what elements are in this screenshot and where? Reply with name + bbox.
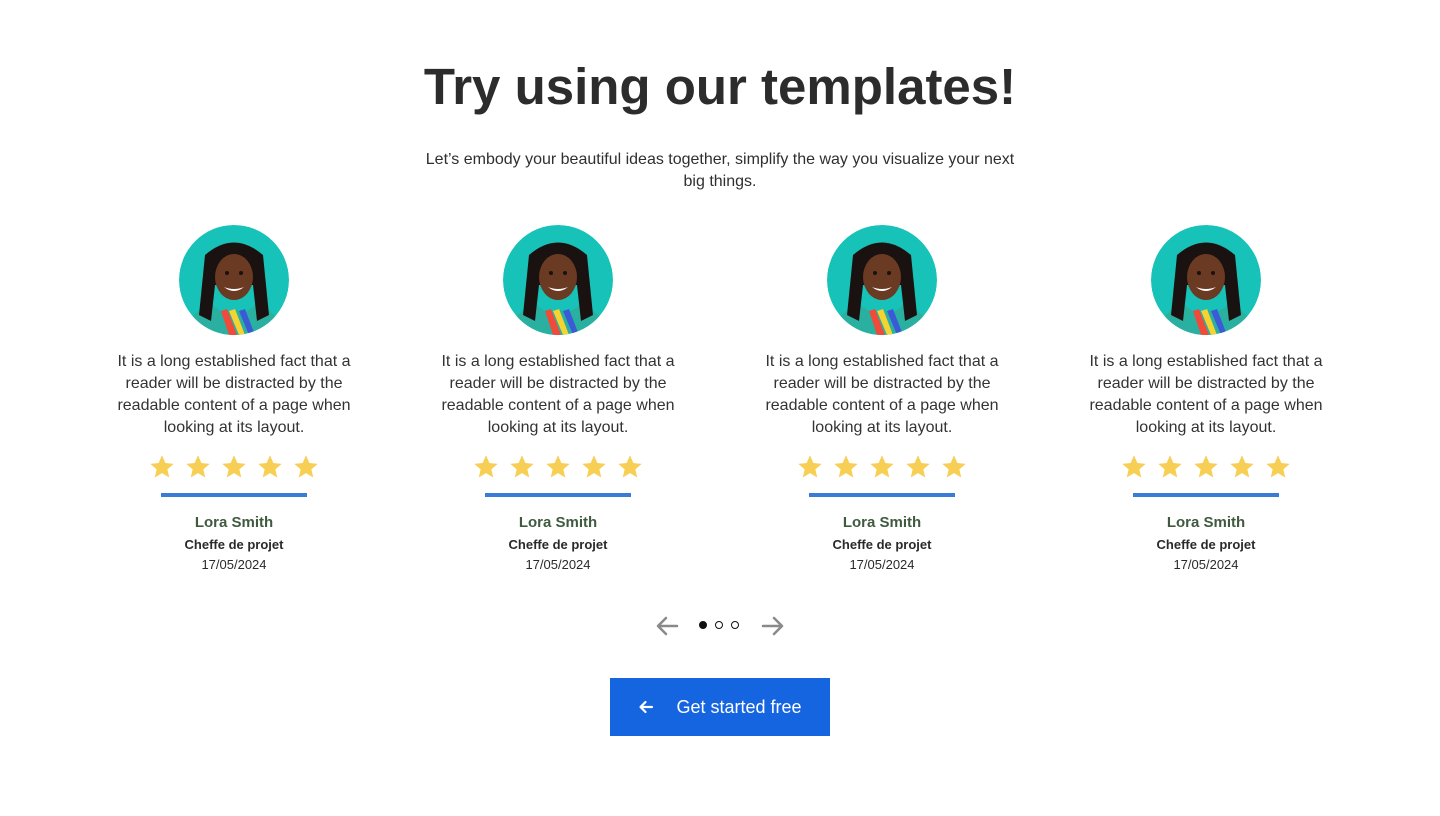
star-icon [222, 455, 246, 478]
page-subtitle: Let’s embody your beautiful ideas togeth… [425, 151, 1015, 190]
star-icon [1230, 455, 1254, 478]
star-icon [1194, 455, 1218, 478]
testimonial-card: It is a long established fact that a rea… [72, 225, 396, 574]
star-icon [546, 455, 570, 478]
author-role: Cheffe de projet [832, 537, 932, 552]
avatar [1151, 225, 1261, 335]
star-icon [258, 455, 282, 478]
testimonial-date: 17/05/2024 [201, 557, 267, 572]
star-icon [906, 455, 930, 478]
star-icon [834, 455, 858, 478]
testimonial-date: 17/05/2024 [849, 557, 915, 572]
author-role: Cheffe de projet [184, 537, 284, 552]
testimonial-date: 17/05/2024 [1173, 557, 1239, 572]
arrow-left-icon[interactable] [655, 615, 679, 637]
author-role: Cheffe de projet [508, 537, 608, 552]
star-icon [294, 455, 318, 478]
star-icon [618, 455, 642, 478]
star-icon [1122, 455, 1146, 478]
star-rating [1044, 453, 1368, 483]
star-icon [1158, 455, 1182, 478]
author-name: Lora Smith [518, 514, 598, 531]
star-icon [942, 455, 966, 478]
star-icon [1266, 455, 1290, 478]
get-started-button[interactable]: Get started free [610, 678, 830, 736]
pagination-dot-3[interactable] [731, 621, 739, 629]
pagination-dot-1[interactable] [699, 621, 707, 629]
star-rating [720, 453, 1044, 483]
divider [1133, 493, 1279, 497]
testimonial-quote: It is a long established fact that a rea… [117, 353, 351, 436]
star-icon [474, 455, 498, 478]
testimonial-date: 17/05/2024 [525, 557, 591, 572]
star-icon [150, 455, 174, 478]
testimonial-card: It is a long established fact that a rea… [720, 225, 1044, 574]
page-title: Try using our templates! [423, 58, 1017, 115]
star-icon [186, 455, 210, 478]
author-name: Lora Smith [842, 514, 922, 531]
divider [485, 493, 631, 497]
avatar [503, 225, 613, 335]
star-rating [396, 453, 720, 483]
testimonial-quote: It is a long established fact that a rea… [765, 353, 999, 436]
star-rating [72, 453, 396, 483]
testimonial-quote: It is a long established fact that a rea… [1089, 353, 1323, 436]
avatar [827, 225, 937, 335]
star-icon [798, 455, 822, 478]
testimonial-card: It is a long established fact that a rea… [396, 225, 720, 574]
arrow-right-icon[interactable] [761, 615, 785, 637]
author-role: Cheffe de projet [1156, 537, 1256, 552]
author-name: Lora Smith [194, 514, 274, 531]
star-icon [510, 455, 534, 478]
testimonial-quote: It is a long established fact that a rea… [441, 353, 675, 436]
star-icon [582, 455, 606, 478]
testimonial-card: It is a long established fact that a rea… [1044, 225, 1368, 574]
get-started-label: Get started free [676, 696, 802, 717]
pagination-dot-2[interactable] [715, 621, 723, 629]
arrow-left-icon [639, 700, 654, 714]
carousel-pagination [0, 612, 1440, 640]
testimonial-carousel: It is a long established fact that a rea… [72, 225, 1368, 585]
divider [161, 493, 307, 497]
divider [809, 493, 955, 497]
star-icon [870, 455, 894, 478]
testimonials-section: Try using our templates! Let’s embody yo… [0, 0, 1440, 816]
avatar [179, 225, 289, 335]
author-name: Lora Smith [1166, 514, 1246, 531]
